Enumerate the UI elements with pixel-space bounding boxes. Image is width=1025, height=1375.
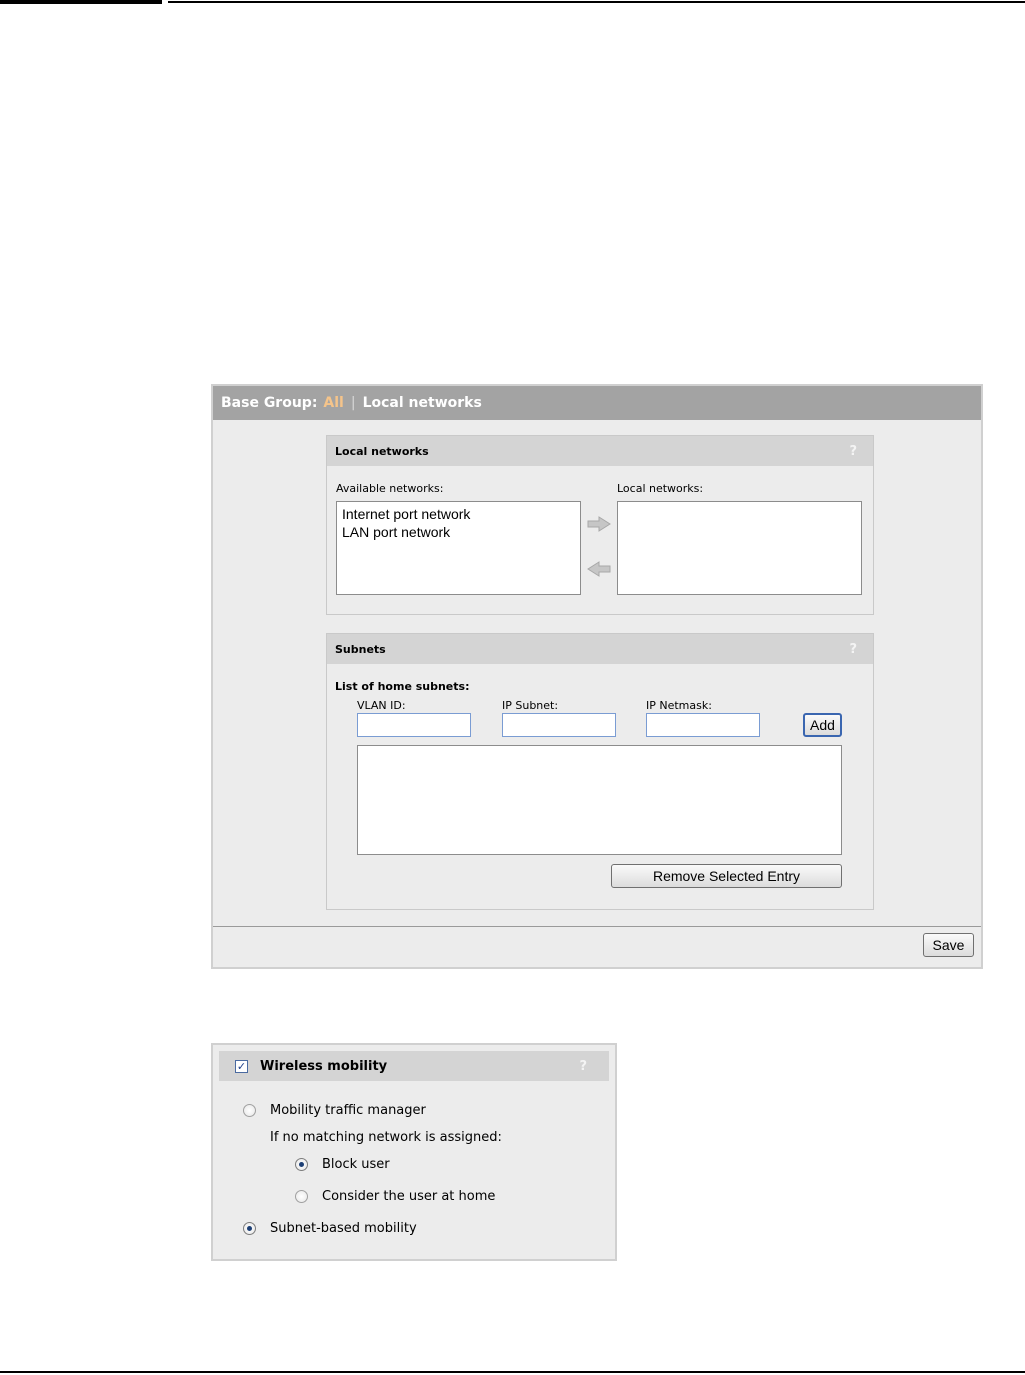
page-top-rule-thin xyxy=(168,1,1025,3)
option-label: Block user xyxy=(322,1157,390,1172)
breadcrumb: Base Group: All | Local networks xyxy=(213,386,981,420)
section-title: Subnets xyxy=(335,642,386,656)
section-title: Local networks xyxy=(335,444,429,458)
panel-footer: Save xyxy=(213,926,981,967)
home-subnets-label: List of home subnets: xyxy=(335,680,470,693)
page-top-rule xyxy=(0,0,162,4)
save-button[interactable]: Save xyxy=(923,933,974,957)
available-networks-label: Available networks: xyxy=(336,482,444,495)
wireless-mobility-panel: ✓ Wireless mobility ? Mobility traffic m… xyxy=(211,1043,617,1261)
vlan-id-input[interactable] xyxy=(357,713,471,737)
mobility-traffic-manager-option[interactable]: Mobility traffic manager xyxy=(243,1103,426,1118)
checkmark-icon: ✓ xyxy=(236,1059,247,1073)
local-networks-list[interactable] xyxy=(617,501,862,595)
section-header: Local networks ? xyxy=(327,436,873,466)
wireless-mobility-title: Wireless mobility xyxy=(260,1058,388,1074)
radio-block-user[interactable] xyxy=(295,1158,308,1171)
option-label: Consider the user at home xyxy=(322,1189,496,1204)
remove-selected-entry-button[interactable]: Remove Selected Entry xyxy=(611,864,842,888)
move-left-arrow-icon[interactable] xyxy=(587,561,611,577)
option-label: Subnet-based mobility xyxy=(270,1221,417,1236)
subnets-section: Subnets ? List of home subnets: VLAN ID:… xyxy=(326,633,874,910)
section-header: Subnets ? xyxy=(327,634,873,664)
page-bottom-rule xyxy=(0,1371,1025,1373)
help-icon[interactable]: ? xyxy=(579,1059,587,1074)
vlan-id-label: VLAN ID: xyxy=(357,699,406,712)
local-networks-label: Local networks: xyxy=(617,482,704,495)
list-item[interactable]: Internet port network xyxy=(337,505,580,523)
list-item[interactable]: LAN port network xyxy=(337,523,580,541)
no-match-label: If no matching network is assigned: xyxy=(270,1130,502,1145)
help-icon[interactable]: ? xyxy=(849,444,857,459)
block-user-option[interactable]: Block user xyxy=(295,1157,390,1172)
option-label: Mobility traffic manager xyxy=(270,1103,426,1118)
breadcrumb-group-link[interactable]: All xyxy=(323,395,343,411)
ip-subnet-input[interactable] xyxy=(502,713,616,737)
breadcrumb-separator: | xyxy=(350,395,356,411)
wireless-mobility-checkbox[interactable]: ✓ xyxy=(235,1059,248,1073)
available-networks-list[interactable]: Internet port network LAN port network xyxy=(336,501,581,595)
radio-consider-home[interactable] xyxy=(295,1190,308,1203)
help-icon[interactable]: ? xyxy=(849,642,857,657)
move-right-arrow-icon[interactable] xyxy=(587,516,611,532)
consider-home-option[interactable]: Consider the user at home xyxy=(295,1189,495,1204)
local-networks-section: Local networks ? Available networks: Int… xyxy=(326,435,874,615)
radio-subnet-based[interactable] xyxy=(243,1222,256,1235)
ip-netmask-input[interactable] xyxy=(646,713,760,737)
home-subnets-list[interactable] xyxy=(357,745,842,855)
subnet-based-mobility-option[interactable]: Subnet-based mobility xyxy=(243,1221,417,1236)
add-subnet-button[interactable]: Add xyxy=(803,713,842,737)
breadcrumb-prefix: Base Group: xyxy=(221,395,318,411)
local-networks-panel: Base Group: All | Local networks Local n… xyxy=(211,384,983,969)
ip-netmask-label: IP Netmask: xyxy=(646,699,712,712)
wireless-mobility-header: ✓ Wireless mobility ? xyxy=(219,1051,609,1081)
radio-traffic-manager[interactable] xyxy=(243,1104,256,1117)
breadcrumb-page: Local networks xyxy=(362,395,482,411)
ip-subnet-label: IP Subnet: xyxy=(502,699,559,712)
